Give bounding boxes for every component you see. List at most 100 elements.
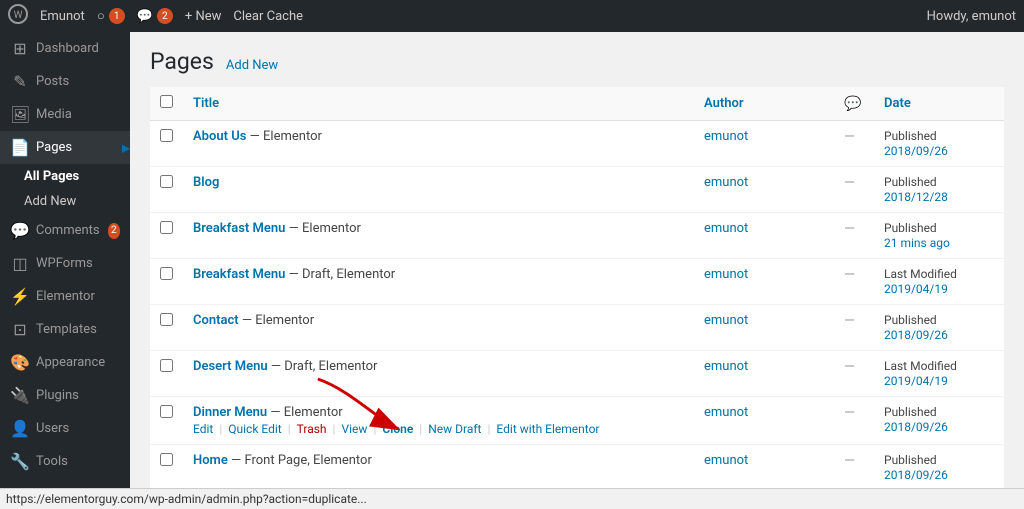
action-edit-elementor[interactable]: Edit with Elementor (496, 422, 599, 436)
page-status: Last Modified (884, 359, 957, 373)
row-checkbox[interactable] (160, 453, 173, 466)
page-link[interactable]: Breakfast Menu (193, 267, 285, 282)
page-status: Published (884, 175, 937, 189)
page-date[interactable]: 2018/09/26 (884, 420, 994, 434)
sidebar-item-comments[interactable]: 💬 Comments 2 (0, 214, 130, 247)
page-link[interactable]: Breakfast Menu (193, 221, 285, 236)
page-date[interactable]: 2019/04/19 (884, 374, 994, 388)
page-link[interactable]: Contact (193, 313, 239, 328)
sidebar-label-media: Media (36, 107, 72, 122)
page-suffix: — Elementor (289, 221, 361, 236)
pages-arrow-icon: ▸ (122, 131, 130, 164)
sidebar-label-wpforms: WPForms (36, 256, 93, 271)
action-view[interactable]: View (341, 422, 367, 436)
sidebar-sub-add-new[interactable]: Add New (0, 189, 130, 214)
action-trash[interactable]: Trash (297, 422, 327, 436)
new-content-button[interactable]: + New (185, 9, 222, 24)
sidebar-label-plugins: Plugins (36, 388, 79, 403)
page-date[interactable]: 2018/09/26 (884, 468, 994, 482)
table-row: Contact — Elementor emunot — Published 2… (150, 305, 1004, 351)
page-date[interactable]: 2019/04/19 (884, 282, 994, 296)
sidebar-label-tools: Tools (36, 454, 68, 469)
page-status: Published (884, 129, 937, 143)
page-link[interactable]: Home (193, 453, 228, 468)
comment-count: — (844, 221, 855, 237)
page-link-dinner[interactable]: Dinner Menu (193, 405, 267, 420)
author-link[interactable]: emunot (704, 221, 748, 236)
admin-bar: W Emunot ○ 1 💬 2 + New Clear Cache Howdy… (0, 0, 1024, 32)
url-text: https://elementorguy.com/wp-admin/admin.… (6, 492, 367, 506)
page-link[interactable]: Blog (193, 175, 219, 190)
author-link[interactable]: emunot (704, 359, 748, 374)
author-link[interactable]: emunot (704, 405, 748, 420)
plugins-icon: 🔌 (10, 386, 30, 405)
page-date[interactable]: 2018/09/26 (884, 328, 994, 342)
author-link[interactable]: emunot (704, 453, 748, 468)
clear-cache-button[interactable]: Clear Cache (233, 9, 303, 24)
sidebar-label-users: Users (36, 421, 69, 436)
sidebar: ⊞ Dashboard ✎ Posts 🖼 Media 📄 Pages ▸ Al… (0, 32, 130, 509)
page-status: Last Modified (884, 267, 957, 281)
sidebar-item-posts[interactable]: ✎ Posts (0, 65, 130, 98)
row-checkbox[interactable] (160, 221, 173, 234)
appearance-icon: 🎨 (10, 353, 30, 372)
howdy-text: Howdy, emunot (927, 9, 1016, 24)
svg-text:W: W (14, 10, 23, 21)
row-checkbox[interactable] (160, 405, 173, 418)
sidebar-item-pages[interactable]: 📄 Pages ▸ (0, 131, 130, 164)
comment-count: — (844, 453, 855, 469)
table-row: Blog emunot — Published 2018/12/28 (150, 167, 1004, 213)
col-header-date[interactable]: Date (874, 87, 1004, 121)
media-icon: 🖼 (10, 105, 30, 124)
sidebar-item-tools[interactable]: 🔧 Tools (0, 445, 130, 478)
page-link[interactable]: About Us (193, 129, 246, 144)
posts-icon: ✎ (10, 72, 30, 91)
table-row: Breakfast Menu — Elementor emunot — Publ… (150, 213, 1004, 259)
sidebar-item-elementor[interactable]: ⚡ Elementor (0, 280, 130, 313)
page-suffix: — Draft, Elementor (289, 267, 396, 282)
add-new-link[interactable]: Add New (226, 58, 278, 73)
select-all-checkbox[interactable] (160, 95, 173, 108)
page-status: Published (884, 453, 937, 467)
sidebar-item-users[interactable]: 👤 Users (0, 412, 130, 445)
row-checkbox[interactable] (160, 359, 173, 372)
pages-icon: 📄 (10, 138, 30, 157)
page-suffix: — Front Page, Elementor (231, 453, 372, 468)
sidebar-item-wpforms[interactable]: ◫ WPForms (0, 247, 130, 280)
col-header-author: Author (694, 87, 834, 121)
comments-count[interactable]: 💬 2 (137, 8, 173, 24)
page-suffix: — Elementor (250, 129, 322, 144)
row-checkbox[interactable] (160, 313, 173, 326)
pages-table: Title Author 💬 Date About Us (150, 87, 1004, 509)
updates-count[interactable]: ○ 1 (97, 8, 125, 24)
author-link[interactable]: emunot (704, 175, 748, 190)
author-link[interactable]: emunot (704, 129, 748, 144)
row-checkbox[interactable] (160, 267, 173, 280)
site-name[interactable]: Emunot (40, 9, 85, 24)
sidebar-item-plugins[interactable]: 🔌 Plugins (0, 379, 130, 412)
sidebar-item-appearance[interactable]: 🎨 Appearance (0, 346, 130, 379)
row-actions: Edit | Quick Edit | Trash | View | Clone… (193, 422, 684, 436)
page-title: Pages (150, 48, 214, 75)
author-link[interactable]: emunot (704, 267, 748, 282)
sidebar-sub-all-pages[interactable]: All Pages (0, 164, 130, 189)
page-link[interactable]: Desert Menu (193, 359, 268, 374)
action-edit[interactable]: Edit (193, 422, 213, 436)
author-link[interactable]: emunot (704, 313, 748, 328)
comment-header-icon: 💬 (844, 96, 861, 112)
sidebar-item-dashboard[interactable]: ⊞ Dashboard (0, 32, 130, 65)
action-clone[interactable]: Clone (382, 422, 413, 436)
page-date[interactable]: 21 mins ago (884, 236, 994, 250)
sidebar-label-dashboard: Dashboard (36, 41, 99, 56)
sidebar-item-media[interactable]: 🖼 Media (0, 98, 130, 131)
row-checkbox[interactable] (160, 129, 173, 142)
comment-count: — (844, 405, 855, 421)
col-header-title[interactable]: Title (183, 87, 694, 121)
row-checkbox[interactable] (160, 175, 173, 188)
page-date[interactable]: 2018/12/28 (884, 190, 994, 204)
action-new-draft[interactable]: New Draft (428, 422, 481, 436)
sidebar-item-templates[interactable]: ⊡ Templates (0, 313, 130, 346)
elementor-icon: ⚡ (10, 287, 30, 306)
action-quick-edit[interactable]: Quick Edit (228, 422, 281, 436)
page-date[interactable]: 2018/09/26 (884, 144, 994, 158)
